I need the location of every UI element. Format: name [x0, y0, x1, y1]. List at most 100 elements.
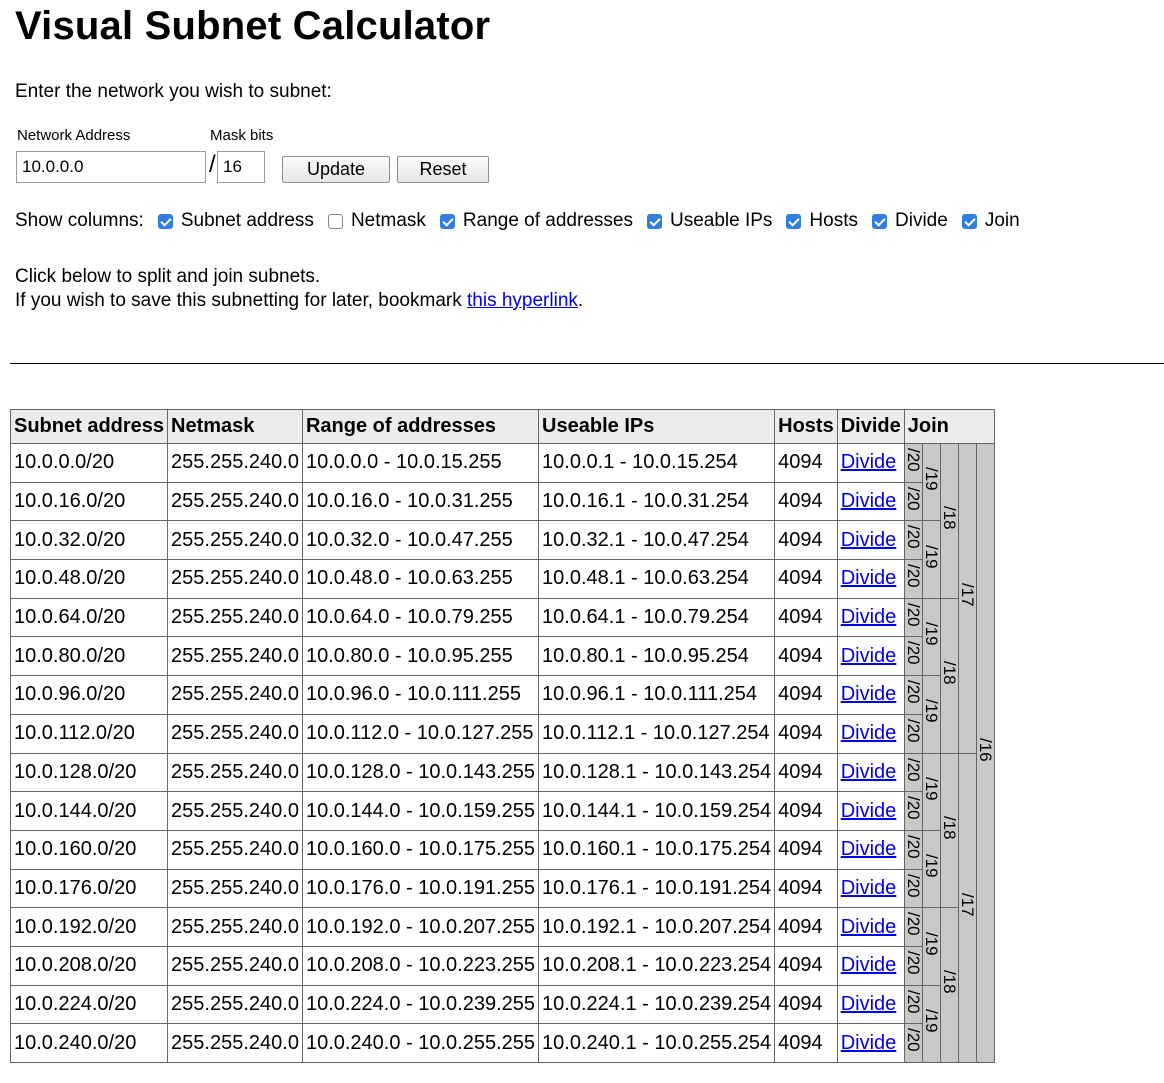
table-row: 10.0.80.0/20 255.255.240.0 10.0.80.0 - 10.… [9, 636, 995, 677]
join-label: /20 [903, 989, 923, 1014]
divide-link[interactable]: Divide [841, 683, 897, 705]
netmask-cell: 255.255.240.0 [167, 636, 303, 677]
useable-ips-cell: 10.0.64.1 - 10.0.79.254 [538, 597, 776, 638]
column-checkbox-divide[interactable] [872, 213, 887, 229]
join-cell-18[interactable]: /18 [939, 907, 959, 1063]
join-cell-20[interactable]: /20 [903, 945, 923, 986]
join-cell-20[interactable]: /20 [903, 559, 923, 599]
join-cell-19[interactable]: /19 [921, 829, 941, 909]
bookmark-link[interactable]: this hyperlink [467, 290, 578, 311]
join-cell-20[interactable]: /20 [903, 752, 923, 793]
update-button[interactable]: Update [282, 156, 390, 183]
join-cell-19[interactable]: /19 [921, 752, 941, 831]
join-cell-16[interactable]: /16 [975, 443, 995, 1063]
column-checkbox-subnet-address[interactable] [157, 213, 173, 229]
join-label: /20 [903, 564, 923, 588]
column-option-label: Range of addresses [462, 210, 633, 231]
divide-link[interactable]: Divide [841, 490, 897, 512]
join-cell-20[interactable]: /20 [903, 1023, 923, 1063]
join-label: /20 [903, 448, 923, 472]
join-cell-20[interactable]: /20 [903, 520, 923, 561]
column-option-netmask[interactable]: Netmask [327, 210, 426, 232]
useable-ips-cell: 10.0.224.1 - 10.0.239.254 [538, 984, 776, 1025]
join-cell-20[interactable]: /20 [903, 791, 923, 831]
divide-link[interactable]: Divide [841, 761, 897, 783]
join-cell-20[interactable]: /20 [903, 713, 923, 754]
join-cell-20[interactable]: /20 [903, 675, 923, 715]
useable-ips-cell: 10.0.96.1 - 10.0.111.254 [538, 675, 776, 715]
join-cell-20[interactable]: /20 [903, 984, 923, 1025]
column-checkbox-join[interactable] [961, 213, 977, 229]
divide-link[interactable]: Divide [841, 567, 897, 589]
divide-link[interactable]: Divide [841, 993, 897, 1015]
column-header-hosts: Hosts [774, 409, 838, 444]
hosts-cell: 4094 [774, 791, 838, 831]
join-label: /19 [921, 467, 941, 491]
netmask-cell: 255.255.240.0 [167, 675, 303, 715]
mask-bits-input[interactable] [217, 151, 265, 183]
divide-link[interactable]: Divide [841, 529, 897, 551]
column-option-useable-ips[interactable]: Useable IPs [646, 210, 772, 232]
useable-ips-cell: 10.0.112.1 - 10.0.127.254 [538, 713, 776, 754]
join-cell-20[interactable]: /20 [903, 636, 923, 677]
divide-link[interactable]: Divide [841, 451, 897, 473]
divide-cell: Divide [836, 597, 905, 638]
join-cell-19[interactable]: /19 [921, 907, 941, 986]
reset-button[interactable]: Reset [397, 156, 489, 183]
divide-link[interactable]: Divide [841, 916, 897, 938]
network-address-input[interactable] [16, 151, 206, 183]
join-label: /20 [903, 680, 923, 704]
divide-link[interactable]: Divide [841, 877, 897, 899]
join-cell-20[interactable]: /20 [903, 907, 923, 947]
join-cell-20[interactable]: /20 [903, 443, 923, 483]
column-checkbox-useable-ips[interactable] [646, 213, 662, 229]
column-checkbox-netmask[interactable] [327, 213, 343, 229]
divide-link[interactable]: Divide [841, 838, 897, 860]
join-cell-18[interactable]: /18 [939, 443, 959, 599]
divide-link[interactable]: Divide [841, 606, 897, 628]
join-cell-20[interactable]: /20 [903, 481, 923, 522]
divide-link[interactable]: Divide [841, 954, 897, 976]
range-cell: 10.0.112.0 - 10.0.127.255 [301, 713, 540, 754]
column-option-hosts[interactable]: Hosts [786, 210, 858, 232]
show-columns-label: Show columns: [15, 210, 144, 231]
column-option-subnet-address[interactable]: Subnet address [157, 210, 314, 232]
range-cell: 10.0.96.0 - 10.0.111.255 [301, 675, 540, 715]
range-cell: 10.0.0.0 - 10.0.15.255 [301, 443, 540, 483]
join-cell-17[interactable]: /17 [957, 443, 977, 754]
subnet-address-cell: 10.0.160.0/20 [9, 829, 169, 870]
netmask-cell: 255.255.240.0 [167, 829, 303, 870]
join-cell-19[interactable]: /19 [921, 675, 941, 754]
useable-ips-cell: 10.0.144.1 - 10.0.159.254 [538, 791, 776, 831]
column-option-join[interactable]: Join [961, 210, 1020, 232]
join-cell-20[interactable]: /20 [903, 868, 923, 909]
join-cell-18[interactable]: /18 [939, 597, 959, 754]
join-cell-18[interactable]: /18 [939, 752, 959, 909]
useable-ips-cell: 10.0.16.1 - 10.0.31.254 [538, 481, 776, 522]
column-option-divide[interactable]: Divide [872, 210, 948, 232]
join-label: /19 [921, 1008, 941, 1033]
join-cell-19[interactable]: /19 [921, 597, 941, 677]
join-cell-17[interactable]: /17 [957, 752, 977, 1063]
column-checkbox-hosts[interactable] [786, 213, 802, 229]
divide-link[interactable]: Divide [841, 645, 897, 667]
netmask-cell: 255.255.240.0 [167, 520, 303, 561]
divide-link[interactable]: Divide [841, 722, 897, 744]
join-label: /20 [903, 757, 923, 782]
join-cell-19[interactable]: /19 [921, 442, 941, 522]
subnet-address-cell: 10.0.0.0/20 [9, 443, 169, 483]
column-option-range-of-addresses[interactable]: Range of addresses [439, 210, 633, 232]
join-cell-20[interactable]: /20 [903, 597, 923, 638]
netmask-cell: 255.255.240.0 [167, 945, 303, 986]
divide-cell: Divide [836, 868, 905, 909]
divide-link[interactable]: Divide [841, 1032, 897, 1054]
join-cell-19[interactable]: /19 [921, 984, 941, 1064]
column-checkbox-range-of-addresses[interactable] [439, 213, 455, 229]
join-label: /18 [939, 506, 959, 530]
netmask-cell: 255.255.240.0 [167, 559, 303, 599]
network-address-label: Network Address [17, 127, 131, 144]
join-cell-19[interactable]: /19 [921, 520, 941, 599]
range-cell: 10.0.64.0 - 10.0.79.255 [301, 597, 540, 638]
join-cell-20[interactable]: /20 [903, 829, 923, 870]
divide-link[interactable]: Divide [841, 800, 897, 822]
